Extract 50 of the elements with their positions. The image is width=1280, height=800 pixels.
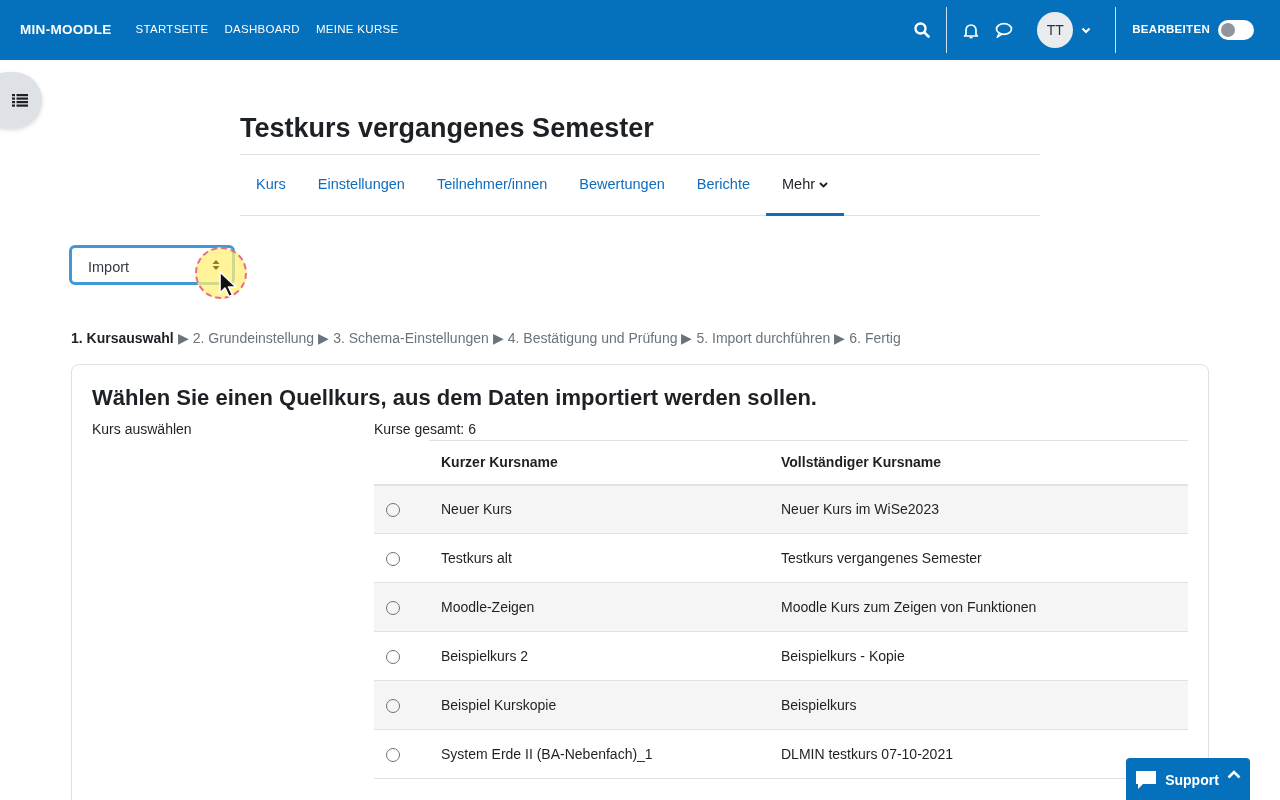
edit-mode-toggle[interactable] (1218, 20, 1254, 40)
step-separator: ▶ (318, 330, 330, 346)
list-icon (12, 93, 28, 107)
table-cell: System Erde II (BA-Nebenfach)_1 (429, 729, 769, 779)
step-separator: ▶ (492, 330, 504, 346)
wizard-step: 1. Kursauswahl (71, 330, 174, 346)
course-title: Testkurs vergangenes Semester (240, 112, 655, 145)
table-cell: Neuer Kurs im WiSe2023 (769, 484, 1188, 534)
table-cell: Beispiel Kurskopie (429, 680, 769, 730)
table-cell: Testkurs vergangenes Semester (769, 533, 1188, 583)
chat-icon (1135, 770, 1158, 790)
wizard-step: 4. Bestätigung und Prüfung (507, 330, 678, 346)
nav-tab[interactable]: Einstellungen (301, 156, 421, 217)
search-icon[interactable] (914, 22, 931, 38)
nav-tab[interactable]: Berichte (680, 156, 766, 217)
table-cell: Beispielkurs 2 (429, 631, 769, 681)
wizard-step: 6. Fertig (849, 330, 901, 346)
wizard-step: 2. Grundeinstellung (192, 330, 315, 346)
nav-link[interactable]: DASHBOARD (224, 21, 300, 39)
field-label: Kurs auswählen (92, 420, 193, 440)
step-separator: ▶ (177, 330, 189, 346)
nav-tab[interactable]: Kurs (240, 156, 302, 217)
chat-icon[interactable] (995, 22, 1014, 38)
user-avatar[interactable]: TT (1037, 12, 1074, 48)
step-separator: ▶ (834, 330, 846, 346)
nav-link[interactable]: MEINE KURSE (315, 21, 399, 39)
table-cell: Beispielkurs - Kopie (769, 631, 1188, 681)
table-cell: Testkurs alt (429, 533, 769, 583)
caret-icon[interactable] (1081, 26, 1092, 34)
course-count: Kurse gesamt: 6 (374, 420, 477, 440)
wizard-step: 3. Schema-Einstellungen (333, 330, 489, 346)
table-cell: Moodle-Zeigen (429, 582, 769, 632)
chevron-up-icon (1226, 770, 1241, 779)
bell-icon[interactable] (963, 21, 980, 39)
wizard-step: 5. Import durchführen (696, 330, 831, 346)
sort-arrows-icon (212, 260, 220, 270)
site-logo[interactable]: MIN-MOODLE (20, 19, 112, 41)
nav-link[interactable]: STARTSEITE (135, 21, 209, 39)
step-separator: ▶ (681, 330, 693, 346)
table-cell: Neuer Kurs (429, 484, 769, 534)
column-header: Vollständiger Kursname (769, 440, 1188, 485)
table-cell: Moodle Kurs zum Zeigen von Funktionen (769, 582, 1188, 632)
nav-tab[interactable]: Teilnehmer/innen (420, 156, 564, 217)
cursor-icon (218, 271, 238, 298)
card-heading: Wählen Sie einen Quellkurs, aus dem Daten importiert werden sollen. (92, 385, 818, 412)
table-cell: Beispielkurs (769, 680, 1188, 730)
nav-tab[interactable]: Bewertungen (563, 156, 681, 217)
nav-tab[interactable]: Mehr (766, 156, 845, 217)
edit-mode-label: BEARBEITEN (1132, 22, 1210, 38)
column-header: Kurzer Kursname (429, 440, 769, 485)
